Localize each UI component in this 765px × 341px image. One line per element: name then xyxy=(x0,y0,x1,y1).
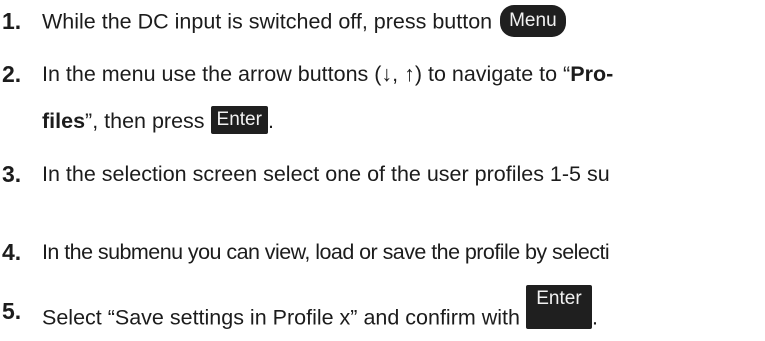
menu-key-icon: Menu xyxy=(500,5,566,37)
step-number: 3. xyxy=(2,161,22,187)
enter-key-icon: Enter xyxy=(525,285,592,329)
step-text: files”, then press Enter. xyxy=(42,106,274,136)
enter-key-icon: Enter xyxy=(210,106,268,135)
step-text: In the submenu you can view, load or sav… xyxy=(42,240,610,264)
step-2-text-b: ”, then press xyxy=(85,109,205,133)
step-text: In the menu use the arrow buttons (↓, ↑)… xyxy=(42,60,613,88)
profiles-bold-a: Pro- xyxy=(570,62,614,86)
step-text: Select “Save settings in Profile x” and … xyxy=(42,285,598,341)
step-number: 5. xyxy=(2,298,22,324)
step-number: 1. xyxy=(2,8,22,34)
step-1-text: While the DC input is switched off, pres… xyxy=(42,9,493,34)
step-text: While the DC input is switched off, pres… xyxy=(42,5,566,39)
step-number: 2. xyxy=(2,61,22,87)
profiles-bold-b: files xyxy=(42,109,86,133)
step-2-text-a: In the menu use the arrow buttons (↓, ↑)… xyxy=(42,62,571,86)
step-number: 4. xyxy=(2,239,22,265)
step-text: In the selection screen select one of th… xyxy=(42,162,610,186)
step-5-end: . xyxy=(591,305,598,330)
step-2-end: . xyxy=(267,109,274,133)
step-5-text: Select “Save settings in Profile x” and … xyxy=(42,305,520,330)
